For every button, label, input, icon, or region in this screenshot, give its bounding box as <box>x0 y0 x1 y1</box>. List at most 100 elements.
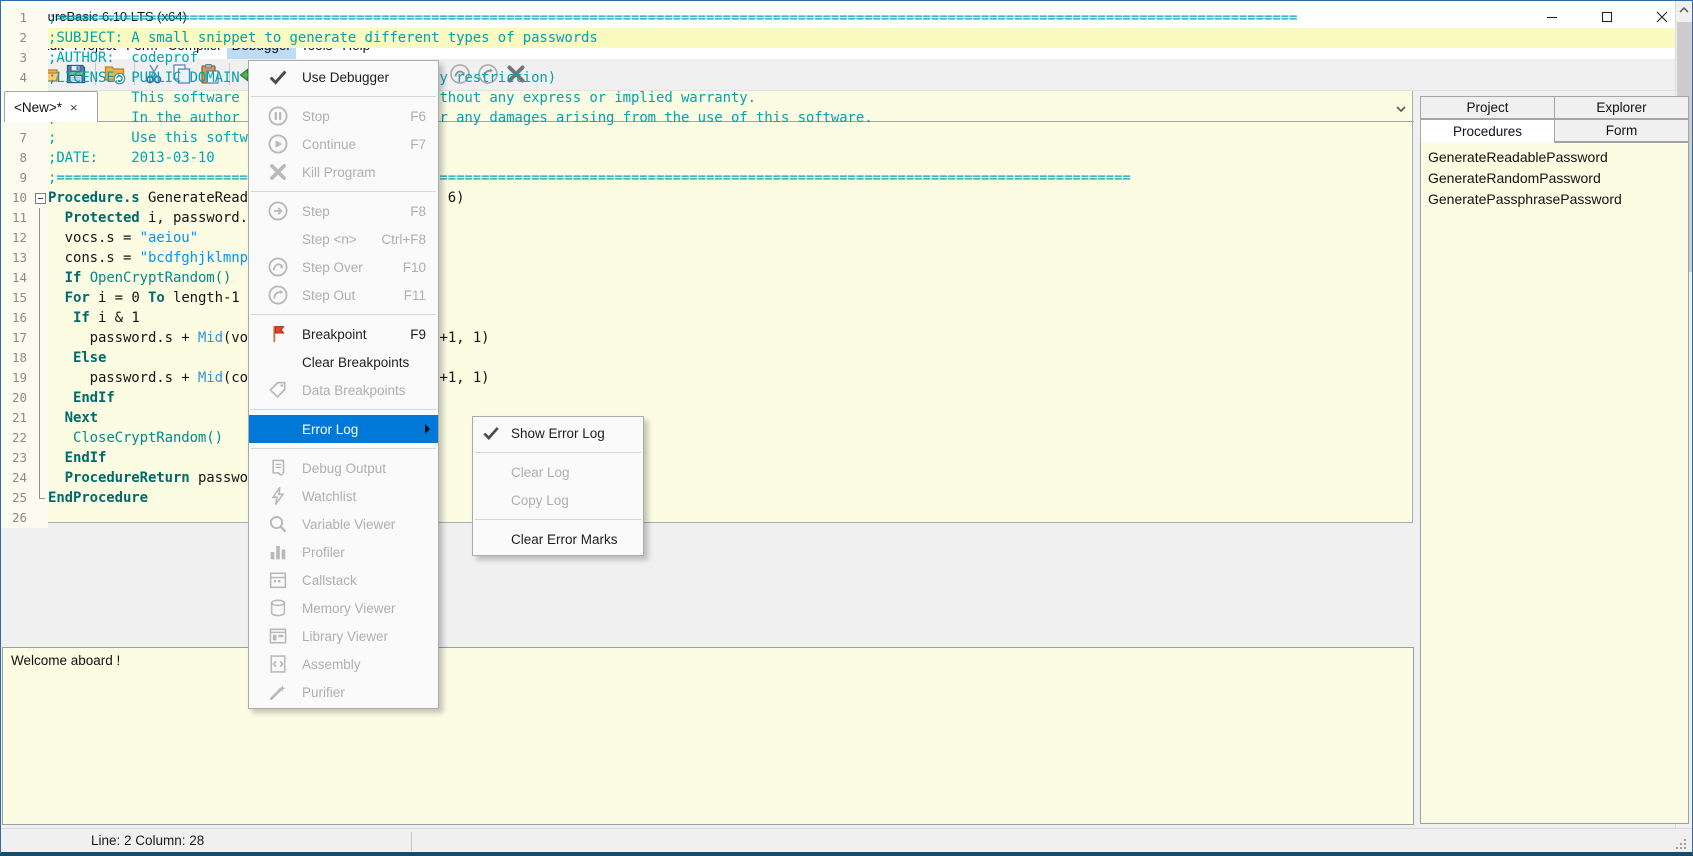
code-line-5[interactable]: 5; This software is provided 'as-is', wi… <box>1 88 1675 108</box>
code-line-8[interactable]: 8 ;DATE: 2013-03-10 <box>1 148 1675 168</box>
line-number[interactable]: 2 <box>1 28 32 48</box>
line-number[interactable]: 9 <box>1 168 32 188</box>
panel-tab-explorer[interactable]: Explorer <box>1554 96 1689 119</box>
code-line-10[interactable]: 10Procedure.s GenerateReadablePassword(l… <box>1 188 1675 208</box>
line-number[interactable]: 16 <box>1 308 32 328</box>
menu-item-purifier[interactable]: Purifier <box>249 678 438 706</box>
menu-item-step-n-[interactable]: Step <n> Ctrl+F8 <box>249 225 438 253</box>
line-number[interactable]: 13 <box>1 248 32 268</box>
fold-margin <box>32 448 48 468</box>
code-line-26[interactable]: 26 <box>1 508 1675 528</box>
code-editor[interactable]: 1 ;======================================… <box>1 1 1692 852</box>
line-number[interactable]: 26 <box>1 508 32 528</box>
menu-item-callstack[interactable]: Callstack <box>249 566 438 594</box>
fold-collapse-icon[interactable] <box>32 188 48 208</box>
line-number[interactable]: 4 <box>1 68 32 88</box>
resize-grip[interactable] <box>1684 847 1686 849</box>
menu-item-clear-log[interactable]: Clear Log <box>473 458 643 486</box>
menu-item-clear-error-marks[interactable]: Clear Error Marks <box>473 525 643 553</box>
menu-item-memory-viewer[interactable]: Memory Viewer <box>249 594 438 622</box>
code-line-18[interactable]: 18 Else <box>1 348 1675 368</box>
code-line-13[interactable]: 13 cons.s = "bcdfghjklmnpqrstvwxz" <box>1 248 1675 268</box>
procedures-list[interactable]: GenerateReadablePassword GenerateRandomPa… <box>1420 142 1689 824</box>
tab-close-icon[interactable]: × <box>70 100 78 115</box>
code-line-3[interactable]: 3 ;AUTHOR: codeprof <box>1 48 1675 68</box>
code-line-12[interactable]: 12 vocs.s = "aeiou" <box>1 228 1675 248</box>
code-line-2[interactable]: 2 ;SUBJECT: A small snippet to generate d… <box>1 28 1675 48</box>
code-line-22[interactable]: 22 CloseCryptRandom() <box>1 428 1675 448</box>
menu-item-profiler[interactable]: Profiler <box>249 538 438 566</box>
panel-tab-project[interactable]: Project <box>1420 96 1555 119</box>
menu-item-step[interactable]: Step F8 <box>249 197 438 225</box>
menu-item-debug-output[interactable]: Debug Output <box>249 454 438 482</box>
procedure-list-item[interactable]: GeneratePassphrasePassword <box>1428 189 1688 210</box>
code-line-11[interactable]: 11 Protected i, password.s <box>1 208 1675 228</box>
line-number[interactable]: 1 <box>1 8 32 28</box>
code-line-15[interactable]: 15 For i = 0 To length-1 <box>1 288 1675 308</box>
code-line-25[interactable]: 25 EndProcedure <box>1 488 1675 508</box>
menu-item-kill-program[interactable]: Kill Program <box>249 158 438 186</box>
fold-margin <box>32 148 48 168</box>
line-number[interactable]: 21 <box>1 408 32 428</box>
code-line-4[interactable]: 4;LICENSE: PUBLIC DOMAIN (free to use wi… <box>1 68 1675 88</box>
menu-icon-spacer <box>267 351 289 373</box>
code-line-1[interactable]: 1 ;======================================… <box>1 8 1675 28</box>
code-line-17[interactable]: 17 password.s + Mid(vocs, Random(Len(voc… <box>1 328 1675 348</box>
code-lines[interactable]: 1 ;======================================… <box>1 1 1675 852</box>
menu-item-continue[interactable]: Continue F7 <box>249 130 438 158</box>
menu-item-show-error-log[interactable]: Show Error Log <box>473 419 643 447</box>
menu-item-clear-breakpoints[interactable]: Clear Breakpoints <box>249 348 438 376</box>
line-number[interactable]: 3 <box>1 48 32 68</box>
menu-item-step-over[interactable]: Step Over F10 <box>249 253 438 281</box>
line-number[interactable]: 18 <box>1 348 32 368</box>
code-line-16[interactable]: 16 If i & 1 <box>1 308 1675 328</box>
line-number[interactable]: 19 <box>1 368 32 388</box>
line-number[interactable]: 10 <box>1 188 32 208</box>
code-line-21[interactable]: 21 Next <box>1 408 1675 428</box>
line-number[interactable]: 25 <box>1 488 32 508</box>
menu-item-variable-viewer[interactable]: Variable Viewer <box>249 510 438 538</box>
line-number[interactable]: 12 <box>1 228 32 248</box>
procedure-list-item[interactable]: GenerateReadablePassword <box>1428 147 1688 168</box>
line-number[interactable]: 14 <box>1 268 32 288</box>
code-line-6[interactable]: 6; In the author shall be held liable fo… <box>1 108 1675 128</box>
code-line-19[interactable]: 19 password.s + Mid(cons, Random(Len(con… <box>1 368 1675 388</box>
code-line-14[interactable]: 14 If OpenCryptRandom() <box>1 268 1675 288</box>
fold-margin <box>32 48 48 68</box>
code-line-24[interactable]: 24 ProcedureReturn password.s <box>1 468 1675 488</box>
menu-item-step-out[interactable]: Step Out F11 <box>249 281 438 309</box>
code-line-9[interactable]: 9 ;======================================… <box>1 168 1675 188</box>
menu-item-assembly[interactable]: Assembly <box>249 650 438 678</box>
menu-item-label: Debug Output <box>302 460 387 476</box>
tab-new-source[interactable]: <New>* × <box>4 91 98 122</box>
code-line-23[interactable]: 23 EndIf <box>1 448 1675 468</box>
line-number[interactable]: 8 <box>1 148 32 168</box>
menu-item-breakpoint[interactable]: Breakpoint F9 <box>249 320 438 348</box>
procedure-list-item[interactable]: GenerateRandomPassword <box>1428 168 1688 189</box>
line-number[interactable]: 22 <box>1 428 32 448</box>
line-number[interactable]: 7 <box>1 128 32 148</box>
line-number[interactable]: 20 <box>1 388 32 408</box>
code-text[interactable]: ;SUBJECT: A small snippet to generate di… <box>48 28 1675 48</box>
code-line-20[interactable]: 20 EndIf <box>1 388 1675 408</box>
panel-tab-procedures[interactable]: Procedures <box>1420 119 1555 143</box>
message-log-panel[interactable]: Welcome aboard ! <box>2 647 1414 825</box>
line-number[interactable]: 11 <box>1 208 32 228</box>
menu-item-library-viewer[interactable]: Library Viewer <box>249 622 438 650</box>
line-number[interactable]: 15 <box>1 288 32 308</box>
menu-item-shortcut: F8 <box>410 203 426 219</box>
menu-item-copy-log[interactable]: Copy Log <box>473 486 643 514</box>
code-line-7[interactable]: 7; Use this software freely <box>1 128 1675 148</box>
menu-item-stop[interactable]: Stop F6 <box>249 102 438 130</box>
menu-item-label: Callstack <box>302 572 357 588</box>
line-number[interactable]: 23 <box>1 448 32 468</box>
menu-item-use-debugger[interactable]: Use Debugger <box>249 63 438 91</box>
code-text[interactable]: ;=======================================… <box>48 8 1675 28</box>
panel-tab-form[interactable]: Form <box>1554 119 1689 142</box>
line-number[interactable]: 17 <box>1 328 32 348</box>
menu-item-label: Stop <box>302 108 330 124</box>
menu-item-error-log[interactable]: Error Log <box>249 415 438 443</box>
menu-item-watchlist[interactable]: Watchlist <box>249 482 438 510</box>
menu-item-data-breakpoints[interactable]: Data Breakpoints <box>249 376 438 404</box>
line-number[interactable]: 24 <box>1 468 32 488</box>
